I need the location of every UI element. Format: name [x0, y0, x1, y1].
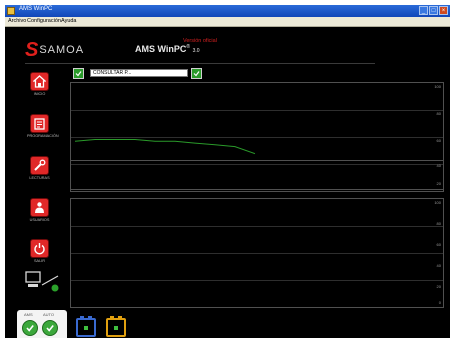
- maximize-button[interactable]: □: [429, 6, 438, 15]
- series-line: [74, 139, 256, 155]
- tick-label: 20: [436, 284, 441, 289]
- menu-bar: Archivo Configuración Ayuda: [5, 17, 450, 27]
- app-icon: [7, 7, 15, 15]
- toolbar-left-button[interactable]: [73, 68, 84, 79]
- battery-indicator: [84, 326, 88, 330]
- chart-panel-2: 40 20: [70, 160, 444, 192]
- gridline: [71, 226, 443, 227]
- tick-label: 20: [436, 181, 441, 186]
- check-icon[interactable]: [42, 320, 58, 336]
- battery-cap: [88, 316, 92, 319]
- tick-label: 0: [438, 300, 441, 305]
- sidebar-item-label: SALIR: [34, 259, 45, 263]
- application-window: AMS WinPC _ □ × Archivo Configuración Ay…: [0, 0, 453, 338]
- battery-blue-icon[interactable]: [76, 316, 96, 337]
- computer-connection-icon: [25, 271, 65, 293]
- bottom-tab-bar: [5, 313, 450, 338]
- sidebar-item-label: PROGRAMACIÓN: [27, 134, 59, 138]
- sidebar-item-programacion[interactable]: PROGRAMACIÓN: [27, 115, 59, 138]
- tab-label-ams: AMS: [24, 312, 33, 317]
- close-button[interactable]: ×: [439, 6, 448, 15]
- sidebar-item-label: INICIO: [33, 92, 46, 96]
- sidebar-item-salir[interactable]: SALIR: [27, 240, 52, 263]
- menu-archivo[interactable]: Archivo: [8, 18, 26, 24]
- sidebar-item-label: LECTURAS: [29, 176, 50, 180]
- gridline: [71, 280, 443, 281]
- device-field[interactable]: CONSULTAR P...: [90, 69, 188, 77]
- toolbar-right-button[interactable]: [191, 68, 202, 79]
- check-icon[interactable]: [22, 320, 38, 336]
- sidebar-item-usuarios[interactable]: USUARIOS: [27, 199, 52, 222]
- tick-label: 100: [434, 200, 441, 205]
- menu-configuracion[interactable]: Configuración: [27, 18, 61, 24]
- home-icon: [31, 73, 48, 90]
- samoa-logo: S SAMOA: [25, 39, 84, 61]
- wrench-icon: [31, 157, 48, 174]
- exit-icon: [31, 240, 48, 257]
- menu-ayuda[interactable]: Ayuda: [61, 18, 77, 24]
- sidebar-item-lecturas[interactable]: LECTURAS: [27, 157, 52, 180]
- minimize-button[interactable]: _: [419, 6, 428, 15]
- sidebar-item-label: USUARIOS: [29, 218, 50, 222]
- battery-cap: [110, 316, 114, 319]
- program-icon: [31, 115, 48, 132]
- logo-mark: S: [25, 39, 38, 61]
- users-icon: [31, 199, 48, 216]
- tab-label-auto: AUTO: [43, 312, 55, 317]
- header-divider: [25, 63, 375, 64]
- tick-label: 60: [436, 242, 441, 247]
- tab-status[interactable]: AMS AUTO: [17, 310, 67, 338]
- battery-yellow-icon[interactable]: [106, 316, 126, 337]
- window-title: AMS WinPC: [19, 6, 53, 12]
- logo-text: SAMOA: [39, 44, 85, 56]
- sidebar-item-inicio[interactable]: INICIO: [27, 73, 52, 96]
- tick-label: 40: [436, 163, 441, 168]
- battery-cap: [80, 316, 84, 319]
- chart-panel-3: 100 80 60 40 20 0: [70, 198, 444, 308]
- gridline: [71, 253, 443, 254]
- tick-label: 80: [436, 221, 441, 226]
- app-title: AMS WinPC® 3.0: [135, 44, 200, 54]
- battery-cap: [118, 316, 122, 319]
- battery-indicator: [114, 326, 118, 330]
- window-titlebar: AMS WinPC _ □ ×: [5, 5, 450, 17]
- tick-label: 40: [436, 263, 441, 268]
